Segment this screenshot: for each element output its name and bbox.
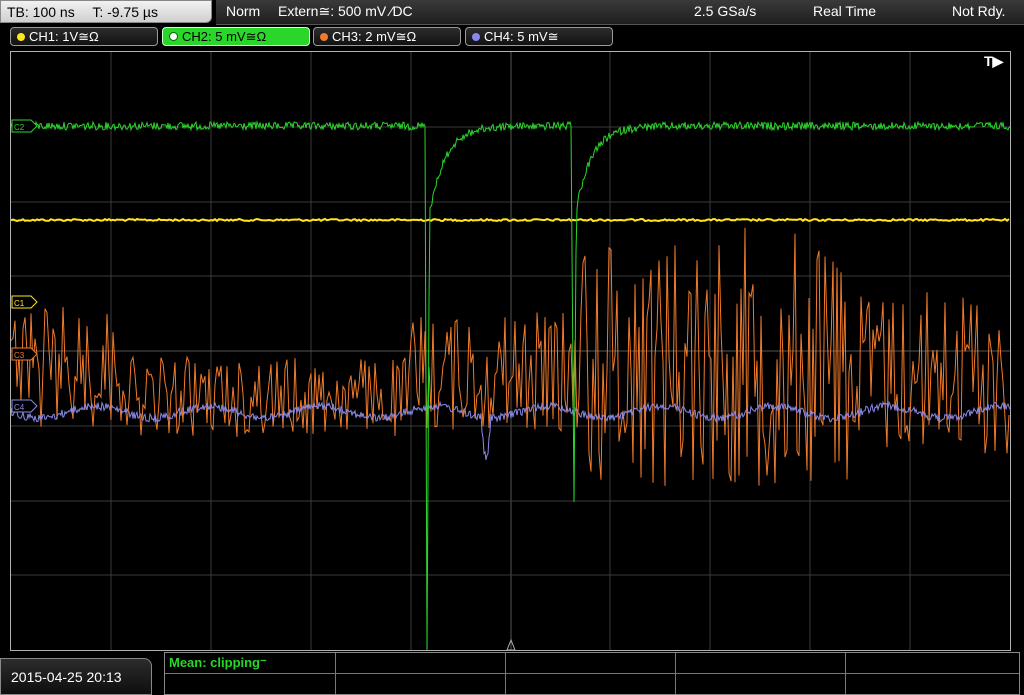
ch2-dot-icon xyxy=(169,32,178,41)
measurement-panel[interactable]: Mean: clipping⁻ xyxy=(164,652,1020,695)
measurement-mean: Mean: clipping⁻ xyxy=(169,655,267,670)
trigger-level-icon: T▶ xyxy=(984,53,1004,69)
svg-text:C4: C4 xyxy=(14,403,25,412)
measurement-divider xyxy=(165,673,1019,674)
ch2-label: CH2: 5 mV≅Ω xyxy=(182,29,267,44)
trigger-source: Extern≅: 500 mV ⁄DC xyxy=(278,3,413,19)
svg-text:C3: C3 xyxy=(14,351,25,360)
ch3-label: CH3: 2 mV≅Ω xyxy=(332,29,417,44)
ch1-dot-icon xyxy=(17,33,25,41)
measurement-cell-divider xyxy=(675,653,676,694)
svg-text:C1: C1 xyxy=(14,299,25,308)
time-offset-label: T: -9.75 µs xyxy=(92,4,158,20)
ch4-level-marker: C4 xyxy=(11,399,38,413)
ch3-level-marker: C3 xyxy=(11,347,38,361)
measurement-cell-divider xyxy=(335,653,336,694)
measurement-cell-divider xyxy=(505,653,506,694)
bottom-bar: 2015-04-25 20:13 Mean: clipping⁻ xyxy=(0,652,1024,695)
ch3-trace xyxy=(11,227,1010,486)
acquisition-bar[interactable]: Norm Extern≅: 500 mV ⁄DC 2.5 GSa/s Real … xyxy=(216,0,1024,25)
timebase-box[interactable]: TB: 100 ns T: -9.75 µs xyxy=(0,0,212,23)
tab-ch2[interactable]: CH2: 5 mV≅Ω xyxy=(162,27,310,46)
ch4-label: CH4: 5 mV≅ xyxy=(484,29,559,44)
ready-status: Not Rdy. xyxy=(952,3,1006,19)
sample-rate: 2.5 GSa/s xyxy=(694,3,757,19)
timebase-label: TB: 100 ns xyxy=(7,4,75,20)
ch4-dot-icon xyxy=(472,33,480,41)
tab-ch4[interactable]: CH4: 5 mV≅ xyxy=(465,27,613,46)
tab-ch1[interactable]: CH1: 1V≅Ω xyxy=(10,27,158,46)
measurement-cell-divider xyxy=(845,653,846,694)
channel-bar: CH1: 1V≅Ω CH2: 5 mV≅Ω CH3: 2 mV≅Ω CH4: 5… xyxy=(0,25,1024,49)
ch3-dot-icon xyxy=(320,33,328,41)
ch2-level-marker: C2 xyxy=(11,119,38,133)
svg-text:C2: C2 xyxy=(14,123,25,132)
datetime-box: 2015-04-25 20:13 xyxy=(0,658,152,695)
tab-ch3[interactable]: CH3: 2 mV≅Ω xyxy=(313,27,461,46)
top-status-bar: TB: 100 ns T: -9.75 µs Norm Extern≅: 500… xyxy=(0,0,1024,25)
acquisition-state: Real Time xyxy=(813,3,877,19)
waveform-canvas: C2 C1 C3 C4 xyxy=(11,52,1010,650)
ch1-level-marker: C1 xyxy=(11,295,38,309)
ch1-label: CH1: 1V≅Ω xyxy=(29,29,99,44)
ch1-trace xyxy=(11,217,1010,223)
trigger-mode: Norm xyxy=(226,3,261,19)
